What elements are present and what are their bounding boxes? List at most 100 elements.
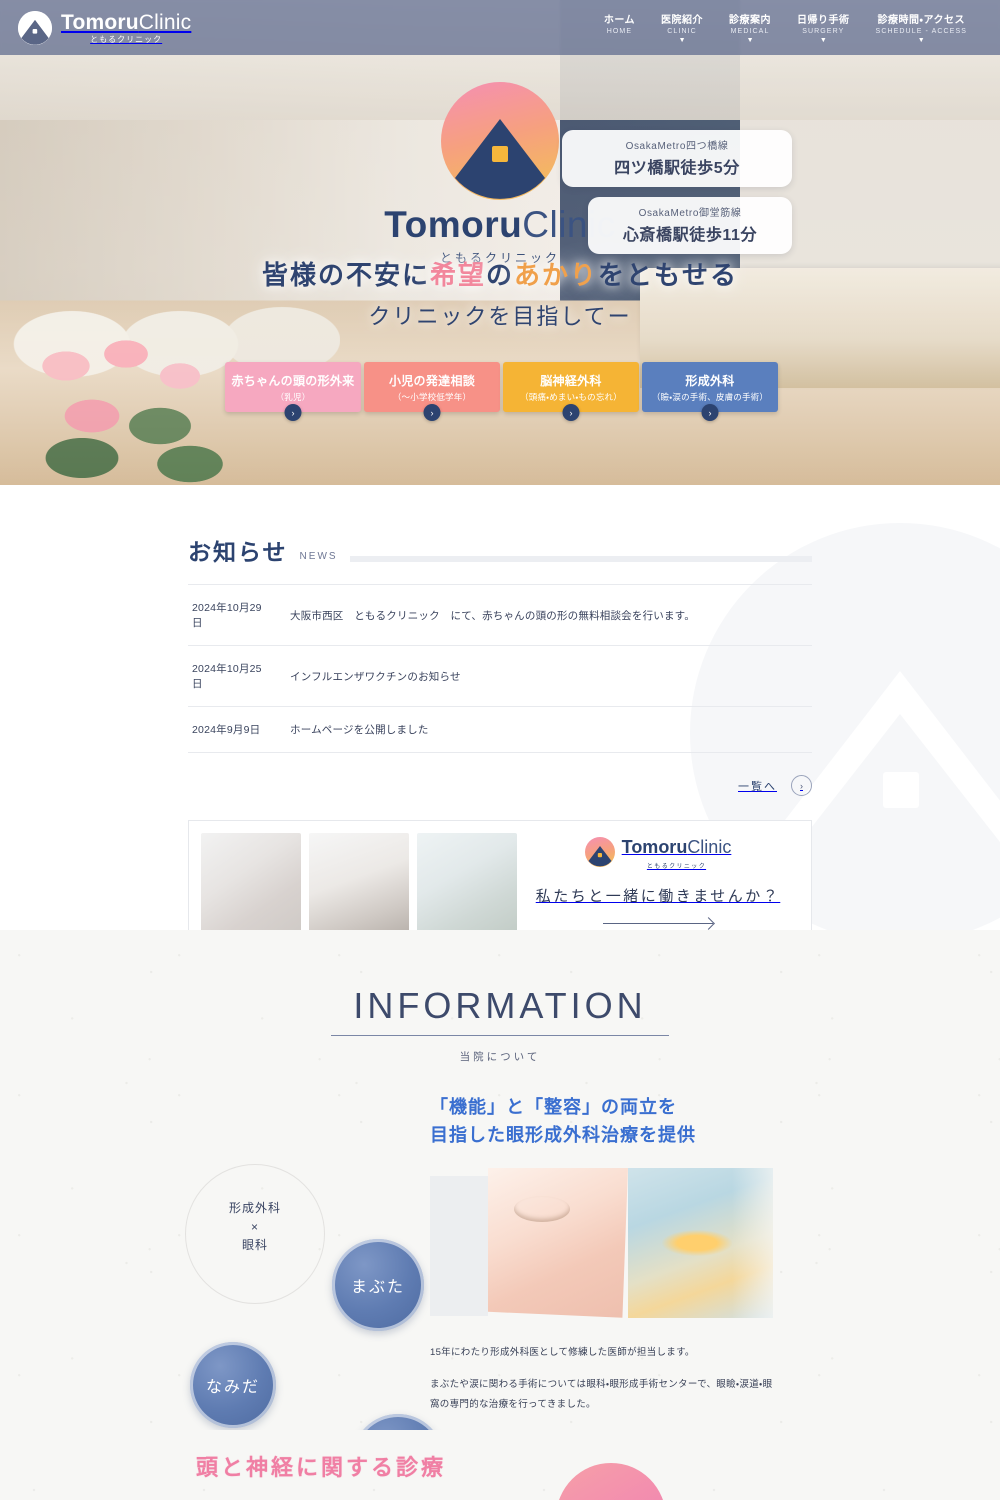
tomoru-roof-logo-icon [441,82,559,200]
nav-label-en: SCHEDULE - ACCESS [875,28,967,35]
nav-item-home[interactable]: ホーム HOME [591,11,648,37]
information-section: INFORMATION 当院について 形成外科 × 眼科 まぶた なみだ 皮ふ … [0,930,1000,1500]
service-card-title: 小児の発達相談 [388,373,476,388]
nav-item-schedule-access[interactable]: 診療時間・アクセス SCHEDULE - ACCESS ▼ [863,11,980,44]
tomoru-roof-logo-icon [18,10,52,45]
hero-logo-name-bold: Tomoru [384,204,523,245]
access-badge-main: 四ツ橋駅徒歩5分 [614,160,740,177]
brain-section-title: 頭と神経に関する診療 [196,1455,447,1480]
service-card-neurosurgery[interactable]: 脳神経外科 （頭痛・めまい・もの忘れ） › [503,362,639,421]
news-view-all-label: 一覧へ [738,780,777,793]
service-card-title: 形成外科 [685,373,735,388]
image-fade-overlay [732,1167,780,1318]
hero-tagline: 皆様の不安に希望のあかりをともせる クリニックを目指してー [0,255,1000,331]
recruit-content: TomoruClinic ともるクリニック 私たちと一緒に働きませんか？ [517,836,799,929]
nav-label-ja: 診療時間・アクセス [877,15,965,26]
diagram-center-cross: × [250,1219,259,1234]
information-header: INFORMATION 当院について [0,930,1000,1064]
nav-item-surgery[interactable]: 日帰り手術 SURGERY ▼ [784,11,863,44]
news-item-date: 2024年10月25日 [192,663,262,690]
hero-service-cards: 赤ちゃんの頭の形外来 （乳児） › 小児の発達相談 （〜小学校低学年） › 脳神… [225,362,778,421]
tagline-accent-akari: あかり [514,260,599,290]
service-card-subtitle: （〜小学校低学年） [392,391,472,402]
chevron-down-icon: ▼ [746,37,754,44]
information-image-placeholder [430,1175,488,1316]
service-card-baby-head[interactable]: 赤ちゃんの頭の形外来 （乳児） › [225,362,361,421]
chevron-down-icon: ▼ [678,37,686,44]
nav-label-ja: 日帰り手術 [797,15,850,26]
tagline-post: をともせる [598,260,739,290]
news-view-all-link[interactable]: 一覧へ › [188,775,812,796]
news-item-date: 2024年10月29日 [192,602,262,629]
information-text-column: 「機能」と「整容」の両立を 目指した眼形成外科治療を提供 15年にわたり形成外科… [430,1094,780,1466]
bubble-namida[interactable]: なみだ [190,1342,276,1428]
news-item-text: 大阪市西区 ともるクリニック にて、赤ちゃんの頭の形の無料相談会を行います。 [290,609,696,622]
access-badge-main: 心斎橋駅徒歩11分 [622,227,758,244]
doctor-clapping-photo [201,832,301,930]
service-card-child-development[interactable]: 小児の発達相談 （〜小学校低学年） › [364,362,500,421]
service-card-subtitle: （乳児） [275,391,311,402]
nurse-with-clipboard-photo [309,832,409,930]
information-paragraph: まぶたや涙に関わる手術については眼科・眼形成手術センターで、眼瞼・涙道・眼窩の専… [430,1379,773,1410]
news-item-text: ホームページを公開しました [290,724,429,736]
diagram-center-label: 形成外科 × 眼科 [185,1199,325,1255]
information-heading-ja: 当院について [459,1051,541,1063]
nav-item-clinic[interactable]: 医院紹介 CLINIC ▼ [648,11,716,44]
header-brand-logo[interactable]: TomoruClinic ともるクリニック [0,10,192,45]
diagram-center-line3: 眼科 [241,1238,268,1253]
news-title: お知らせ [188,539,288,565]
header-brand-title: TomoruClinic [61,10,192,34]
news-header: お知らせ NEWS [188,541,812,564]
information-title-line2: 目指した眼形成外科治療を提供 [430,1124,696,1145]
recruit-banner[interactable]: TomoruClinic ともるクリニック 私たちと一緒に働きませんか？ [188,820,812,930]
information-title-line1: 「機能」と「整容」の両立を [430,1097,677,1117]
nav-label-ja: 診療案内 [729,15,772,26]
nav-item-medical[interactable]: 診療案内 MEDICAL ▼ [716,11,784,44]
recruit-logo: TomoruClinic ともるクリニック [584,836,732,872]
news-inner: お知らせ NEWS 2024年10月29日 大阪市西区 ともるクリニック にて、… [188,485,812,796]
information-images [430,1167,780,1323]
tomoru-roof-logo-icon [584,836,615,872]
hero-access-badges: OsakaMetro四つ橋線 四ツ橋駅徒歩5分 OsakaMetro御堂筋線 心… [562,130,792,254]
recruit-logo-sub: ともるクリニック [646,864,707,870]
nav-label-en: MEDICAL [730,28,770,35]
hero-tagline-line2: クリニックを目指してー [368,304,632,329]
access-badge-line: OsakaMetro御堂筋線 [638,208,742,219]
nav-label-en: HOME [606,28,633,35]
service-card-subtitle: （瞼・涙の手術、皮膚の手術） [651,391,769,402]
chevron-down-icon: ▼ [917,37,925,44]
information-title: 「機能」と「整容」の両立を 目指した眼形成外科治療を提供 [430,1094,780,1150]
bubble-mabuta[interactable]: まぶた [332,1239,424,1331]
news-list-item[interactable]: 2024年9月9日 ホームページを公開しました [188,706,812,753]
access-badge-yotsubashi[interactable]: OsakaMetro四つ橋線 四ツ橋駅徒歩5分 [562,130,792,187]
hero-section: TomoruClinic ともるクリニック 皆様の不安に希望のあかりをともせる … [0,0,1000,485]
nav-label-ja: 医院紹介 [661,15,704,26]
specialty-diagram: 形成外科 × 眼科 まぶた なみだ 皮ふ [0,1094,444,1500]
tagline-pre: 皆様の不安に [261,260,430,290]
recruit-copy: 私たちと一緒に働きませんか？ [535,887,781,905]
chevron-right-icon[interactable]: › [562,404,580,421]
brain-nerve-section: 頭と神経に関する診療 [0,1430,1000,1500]
access-badge-shinsaibashi[interactable]: OsakaMetro御堂筋線 心斎橋駅徒歩11分 [588,197,792,254]
page-root: TomoruClinic ともるクリニック 皆様の不安に希望のあかりをともせる … [0,0,1000,1500]
recruit-logo-name: TomoruClinic [621,837,732,857]
information-paragraph: 15年にわたり形成外科医として修練した医師が担当します。 [430,1346,695,1358]
nav-label-en: SURGERY [802,28,845,35]
doctor-examining-patient-photo [417,832,517,930]
news-list-item[interactable]: 2024年10月25日 インフルエンザワクチンのお知らせ [188,645,812,706]
tagline-accent-kibou: 希望 [429,260,486,290]
chevron-right-icon[interactable]: › [701,404,719,421]
tagline-mid: の [485,260,514,290]
site-header: TomoruClinic ともるクリニック ホーム HOME 医院紹介 CLIN… [0,0,1000,55]
service-card-title: 脳神経外科 [540,373,602,388]
chevron-right-icon[interactable]: › [284,404,302,421]
service-card-plastic-surgery[interactable]: 形成外科 （瞼・涙の手術、皮膚の手術） › [642,362,778,421]
news-item-date: 2024年9月9日 [192,724,261,736]
news-title-rule [349,556,812,562]
header-brand-sub: ともるクリニック [90,34,163,44]
news-list-item[interactable]: 2024年10月29日 大阪市西区 ともるクリニック にて、赤ちゃんの頭の形の無… [188,584,812,645]
arrow-right-icon [603,917,713,929]
chevron-right-icon[interactable]: › [423,404,441,421]
news-title-en: NEWS [299,551,338,562]
chevron-down-icon: ▼ [819,37,827,44]
